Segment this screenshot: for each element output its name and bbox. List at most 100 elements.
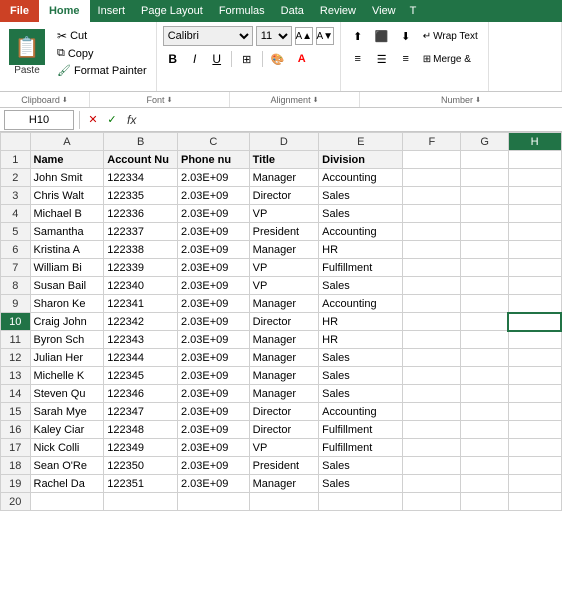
align-top-button[interactable]: ⬆: [347, 26, 369, 46]
wrap-text-button[interactable]: ↵ Wrap Text: [419, 26, 482, 46]
cell-a7[interactable]: William Bi: [30, 259, 104, 277]
cell-g13[interactable]: [461, 367, 508, 385]
name-box[interactable]: H10: [4, 110, 74, 130]
cell-c9[interactable]: 2.03E+09: [178, 295, 250, 313]
cell-b5[interactable]: 122337: [104, 223, 178, 241]
cell-d19[interactable]: Manager: [249, 475, 319, 493]
cell-b11[interactable]: 122343: [104, 331, 178, 349]
cell-b18[interactable]: 122350: [104, 457, 178, 475]
cell-c16[interactable]: 2.03E+09: [178, 421, 250, 439]
cell-b12[interactable]: 122344: [104, 349, 178, 367]
cell-b4[interactable]: 122336: [104, 205, 178, 223]
cell-b2[interactable]: 122334: [104, 169, 178, 187]
cell-g15[interactable]: [461, 403, 508, 421]
cell-c2[interactable]: 2.03E+09: [178, 169, 250, 187]
cell-c10[interactable]: 2.03E+09: [178, 313, 250, 331]
cell-e2[interactable]: Accounting: [319, 169, 403, 187]
col-header-d[interactable]: D: [249, 133, 319, 151]
fill-color-button[interactable]: 🎨: [267, 49, 289, 69]
cell-d9[interactable]: Manager: [249, 295, 319, 313]
cell-e13[interactable]: Sales: [319, 367, 403, 385]
cell-a18[interactable]: Sean O'Re: [30, 457, 104, 475]
cell-c1[interactable]: Phone nu: [178, 151, 250, 169]
row-number[interactable]: 7: [1, 259, 31, 277]
cell-f9[interactable]: [403, 295, 461, 313]
cell-h9[interactable]: [508, 295, 561, 313]
cell-a19[interactable]: Rachel Da: [30, 475, 104, 493]
cell-f14[interactable]: [403, 385, 461, 403]
cell-e20[interactable]: [319, 493, 403, 511]
cell-f11[interactable]: [403, 331, 461, 349]
cell-g3[interactable]: [461, 187, 508, 205]
align-bottom-button[interactable]: ⬇: [395, 26, 417, 46]
cell-a12[interactable]: Julian Her: [30, 349, 104, 367]
row-number[interactable]: 17: [1, 439, 31, 457]
font-group-label[interactable]: Font ⬇: [90, 92, 230, 107]
cell-c5[interactable]: 2.03E+09: [178, 223, 250, 241]
cell-g7[interactable]: [461, 259, 508, 277]
cell-f2[interactable]: [403, 169, 461, 187]
cell-g12[interactable]: [461, 349, 508, 367]
cell-d6[interactable]: Manager: [249, 241, 319, 259]
cell-a10[interactable]: Craig John: [30, 313, 104, 331]
cell-c3[interactable]: 2.03E+09: [178, 187, 250, 205]
cell-b9[interactable]: 122341: [104, 295, 178, 313]
cell-d15[interactable]: Director: [249, 403, 319, 421]
cell-c18[interactable]: 2.03E+09: [178, 457, 250, 475]
cell-b17[interactable]: 122349: [104, 439, 178, 457]
cell-b3[interactable]: 122335: [104, 187, 178, 205]
cell-d4[interactable]: VP: [249, 205, 319, 223]
cell-e8[interactable]: Sales: [319, 277, 403, 295]
cell-d13[interactable]: Manager: [249, 367, 319, 385]
cell-d17[interactable]: VP: [249, 439, 319, 457]
cell-g19[interactable]: [461, 475, 508, 493]
col-header-a[interactable]: A: [30, 133, 104, 151]
cell-d11[interactable]: Manager: [249, 331, 319, 349]
cell-a6[interactable]: Kristina A: [30, 241, 104, 259]
cut-button[interactable]: ✂ Cut: [54, 28, 150, 44]
format-painter-button[interactable]: 🖌 Format Painter: [54, 63, 150, 78]
cell-e3[interactable]: Sales: [319, 187, 403, 205]
cell-b10[interactable]: 122342: [104, 313, 178, 331]
tab-extra[interactable]: T: [404, 0, 423, 22]
cell-a13[interactable]: Michelle K: [30, 367, 104, 385]
row-number[interactable]: 13: [1, 367, 31, 385]
cell-a17[interactable]: Nick Colli: [30, 439, 104, 457]
increase-font-button[interactable]: A▲: [295, 27, 313, 45]
cell-a11[interactable]: Byron Sch: [30, 331, 104, 349]
row-number[interactable]: 14: [1, 385, 31, 403]
cell-e5[interactable]: Accounting: [319, 223, 403, 241]
cell-f15[interactable]: [403, 403, 461, 421]
font-size-select[interactable]: 11: [256, 26, 292, 46]
cell-e15[interactable]: Accounting: [319, 403, 403, 421]
cell-h18[interactable]: [508, 457, 561, 475]
formula-input[interactable]: [143, 110, 558, 130]
cell-e6[interactable]: HR: [319, 241, 403, 259]
cell-h13[interactable]: [508, 367, 561, 385]
cell-e9[interactable]: Accounting: [319, 295, 403, 313]
cell-a1[interactable]: Name: [30, 151, 104, 169]
cell-g20[interactable]: [461, 493, 508, 511]
cell-h8[interactable]: [508, 277, 561, 295]
cell-a4[interactable]: Michael B: [30, 205, 104, 223]
cell-e18[interactable]: Sales: [319, 457, 403, 475]
cell-f20[interactable]: [403, 493, 461, 511]
cell-h16[interactable]: [508, 421, 561, 439]
cell-c12[interactable]: 2.03E+09: [178, 349, 250, 367]
cell-f1[interactable]: [403, 151, 461, 169]
cell-f16[interactable]: [403, 421, 461, 439]
cell-h3[interactable]: [508, 187, 561, 205]
cell-c11[interactable]: 2.03E+09: [178, 331, 250, 349]
cell-e19[interactable]: Sales: [319, 475, 403, 493]
cell-f8[interactable]: [403, 277, 461, 295]
cell-b20[interactable]: [104, 493, 178, 511]
cell-b15[interactable]: 122347: [104, 403, 178, 421]
cell-c17[interactable]: 2.03E+09: [178, 439, 250, 457]
cell-g1[interactable]: [461, 151, 508, 169]
cell-g9[interactable]: [461, 295, 508, 313]
tab-home[interactable]: Home: [39, 0, 90, 22]
cell-b14[interactable]: 122346: [104, 385, 178, 403]
cell-b16[interactable]: 122348: [104, 421, 178, 439]
row-number[interactable]: 16: [1, 421, 31, 439]
col-header-b[interactable]: B: [104, 133, 178, 151]
